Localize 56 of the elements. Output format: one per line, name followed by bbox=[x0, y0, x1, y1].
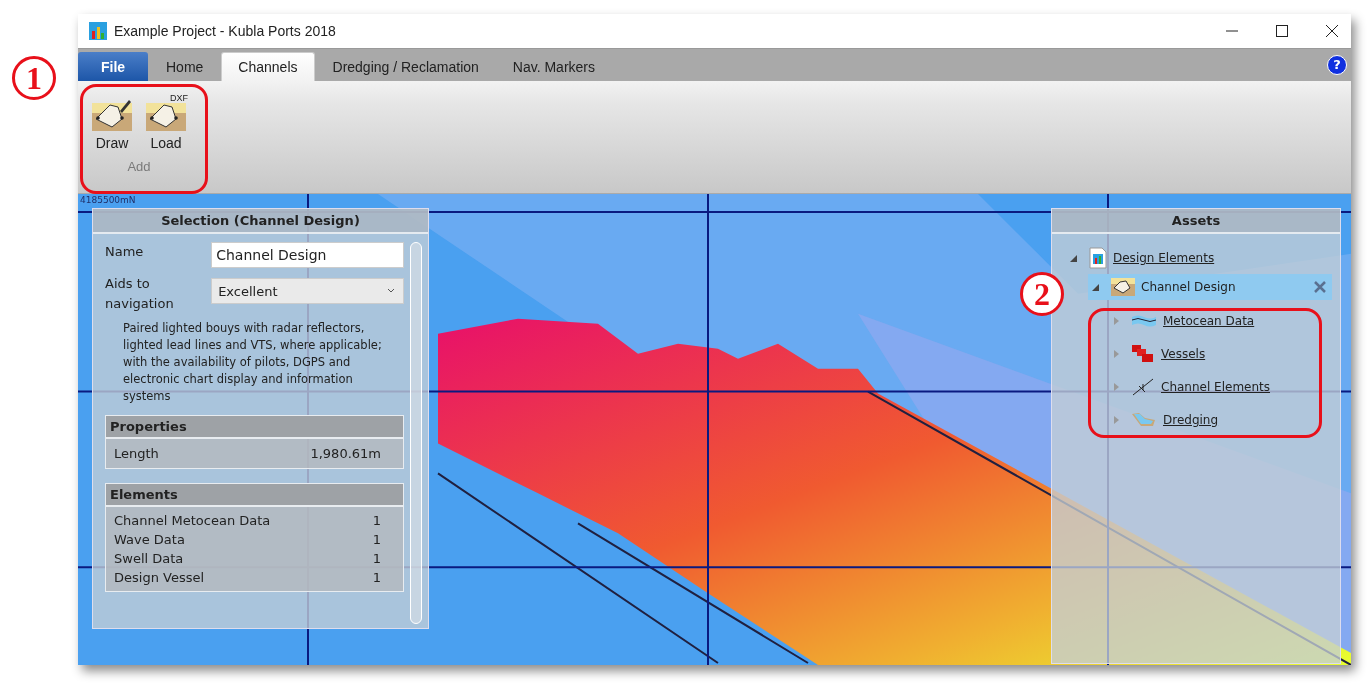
collapsed-arrow-icon[interactable] bbox=[1114, 382, 1119, 391]
close-icon[interactable] bbox=[1325, 24, 1339, 38]
collapsed-arrow-icon[interactable] bbox=[1114, 316, 1119, 325]
channel-section-icon bbox=[1111, 278, 1135, 296]
dxf-label: DXF bbox=[170, 93, 188, 103]
tree-item[interactable]: Metocean Data bbox=[1163, 313, 1255, 328]
aids-description: Paired lighted bouys with radar reflectors, lighted lead lines and VTS, where applicable; with the availability of pilots, DGPS and electronic chart display and information systems bbox=[123, 320, 383, 405]
element-label: Wave Data bbox=[114, 532, 185, 547]
dredged-area-icon bbox=[1131, 411, 1157, 428]
tree-item[interactable]: Channel Design bbox=[1141, 280, 1236, 294]
ribbon-tab[interactable]: Home bbox=[150, 52, 220, 81]
callout-number: 1 bbox=[12, 56, 56, 100]
element-label: Channel Metocean Data bbox=[114, 513, 271, 528]
file-tab[interactable]: File bbox=[78, 52, 148, 81]
expanded-arrow-icon[interactable] bbox=[1070, 254, 1077, 262]
maximize-icon[interactable] bbox=[1275, 24, 1289, 38]
panel-title: Assets bbox=[1052, 209, 1340, 234]
element-label: Design Vessel bbox=[114, 570, 205, 585]
section-header: Elements bbox=[106, 484, 403, 507]
ribbon-tab[interactable]: Nav. Markers bbox=[496, 52, 611, 81]
ribbon-tab[interactable]: Dredging / Reclamation bbox=[316, 52, 495, 81]
scrollbar[interactable] bbox=[410, 242, 422, 624]
app-logo-icon bbox=[88, 21, 108, 41]
draw-button[interactable]: Draw bbox=[92, 95, 132, 151]
element-count: 1 bbox=[372, 513, 381, 528]
aids-dropdown[interactable]: Excellent bbox=[211, 278, 404, 304]
name-label: Name bbox=[105, 243, 145, 261]
element-count: 1 bbox=[372, 570, 381, 585]
element-count: 1 bbox=[372, 532, 381, 547]
channel-pencil-icon bbox=[92, 97, 132, 131]
element-label: Swell Data bbox=[114, 551, 184, 566]
tree-item[interactable]: Vessels bbox=[1161, 346, 1206, 361]
ribbon-tab[interactable]: Channels bbox=[221, 52, 315, 81]
property-value: 1,980.61m bbox=[310, 446, 381, 461]
element-count: 1 bbox=[372, 551, 381, 566]
tree-item[interactable]: Channel Elements bbox=[1161, 379, 1270, 394]
help-button[interactable]: ? bbox=[1327, 55, 1347, 75]
chart-document-icon bbox=[1089, 247, 1107, 269]
aids-label: Aids to navigation bbox=[105, 275, 175, 313]
section-header: Properties bbox=[106, 416, 403, 439]
tree-item[interactable]: Dredging bbox=[1163, 412, 1219, 427]
load-button[interactable]: DXF Load bbox=[146, 95, 186, 151]
grid-coordinate-label: 4185500mN bbox=[80, 195, 136, 205]
expanded-arrow-icon[interactable] bbox=[1092, 283, 1099, 291]
group-label: Add bbox=[127, 159, 151, 174]
panel-title: Selection (Channel Design) bbox=[93, 209, 428, 234]
tree-item[interactable]: Design Elements bbox=[1113, 251, 1215, 265]
name-field[interactable]: Channel Design bbox=[211, 242, 404, 268]
line-crossing-icon bbox=[1131, 377, 1155, 396]
chevron-down-icon bbox=[387, 288, 395, 294]
vessels-icon bbox=[1131, 343, 1155, 364]
tree-row-highlight[interactable]: Channel Design bbox=[1088, 274, 1332, 300]
window-title: Example Project - Kubla Ports 2018 bbox=[114, 23, 336, 39]
collapsed-arrow-icon[interactable] bbox=[1114, 415, 1119, 424]
collapsed-arrow-icon[interactable] bbox=[1114, 349, 1119, 358]
property-label: Length bbox=[114, 446, 159, 461]
